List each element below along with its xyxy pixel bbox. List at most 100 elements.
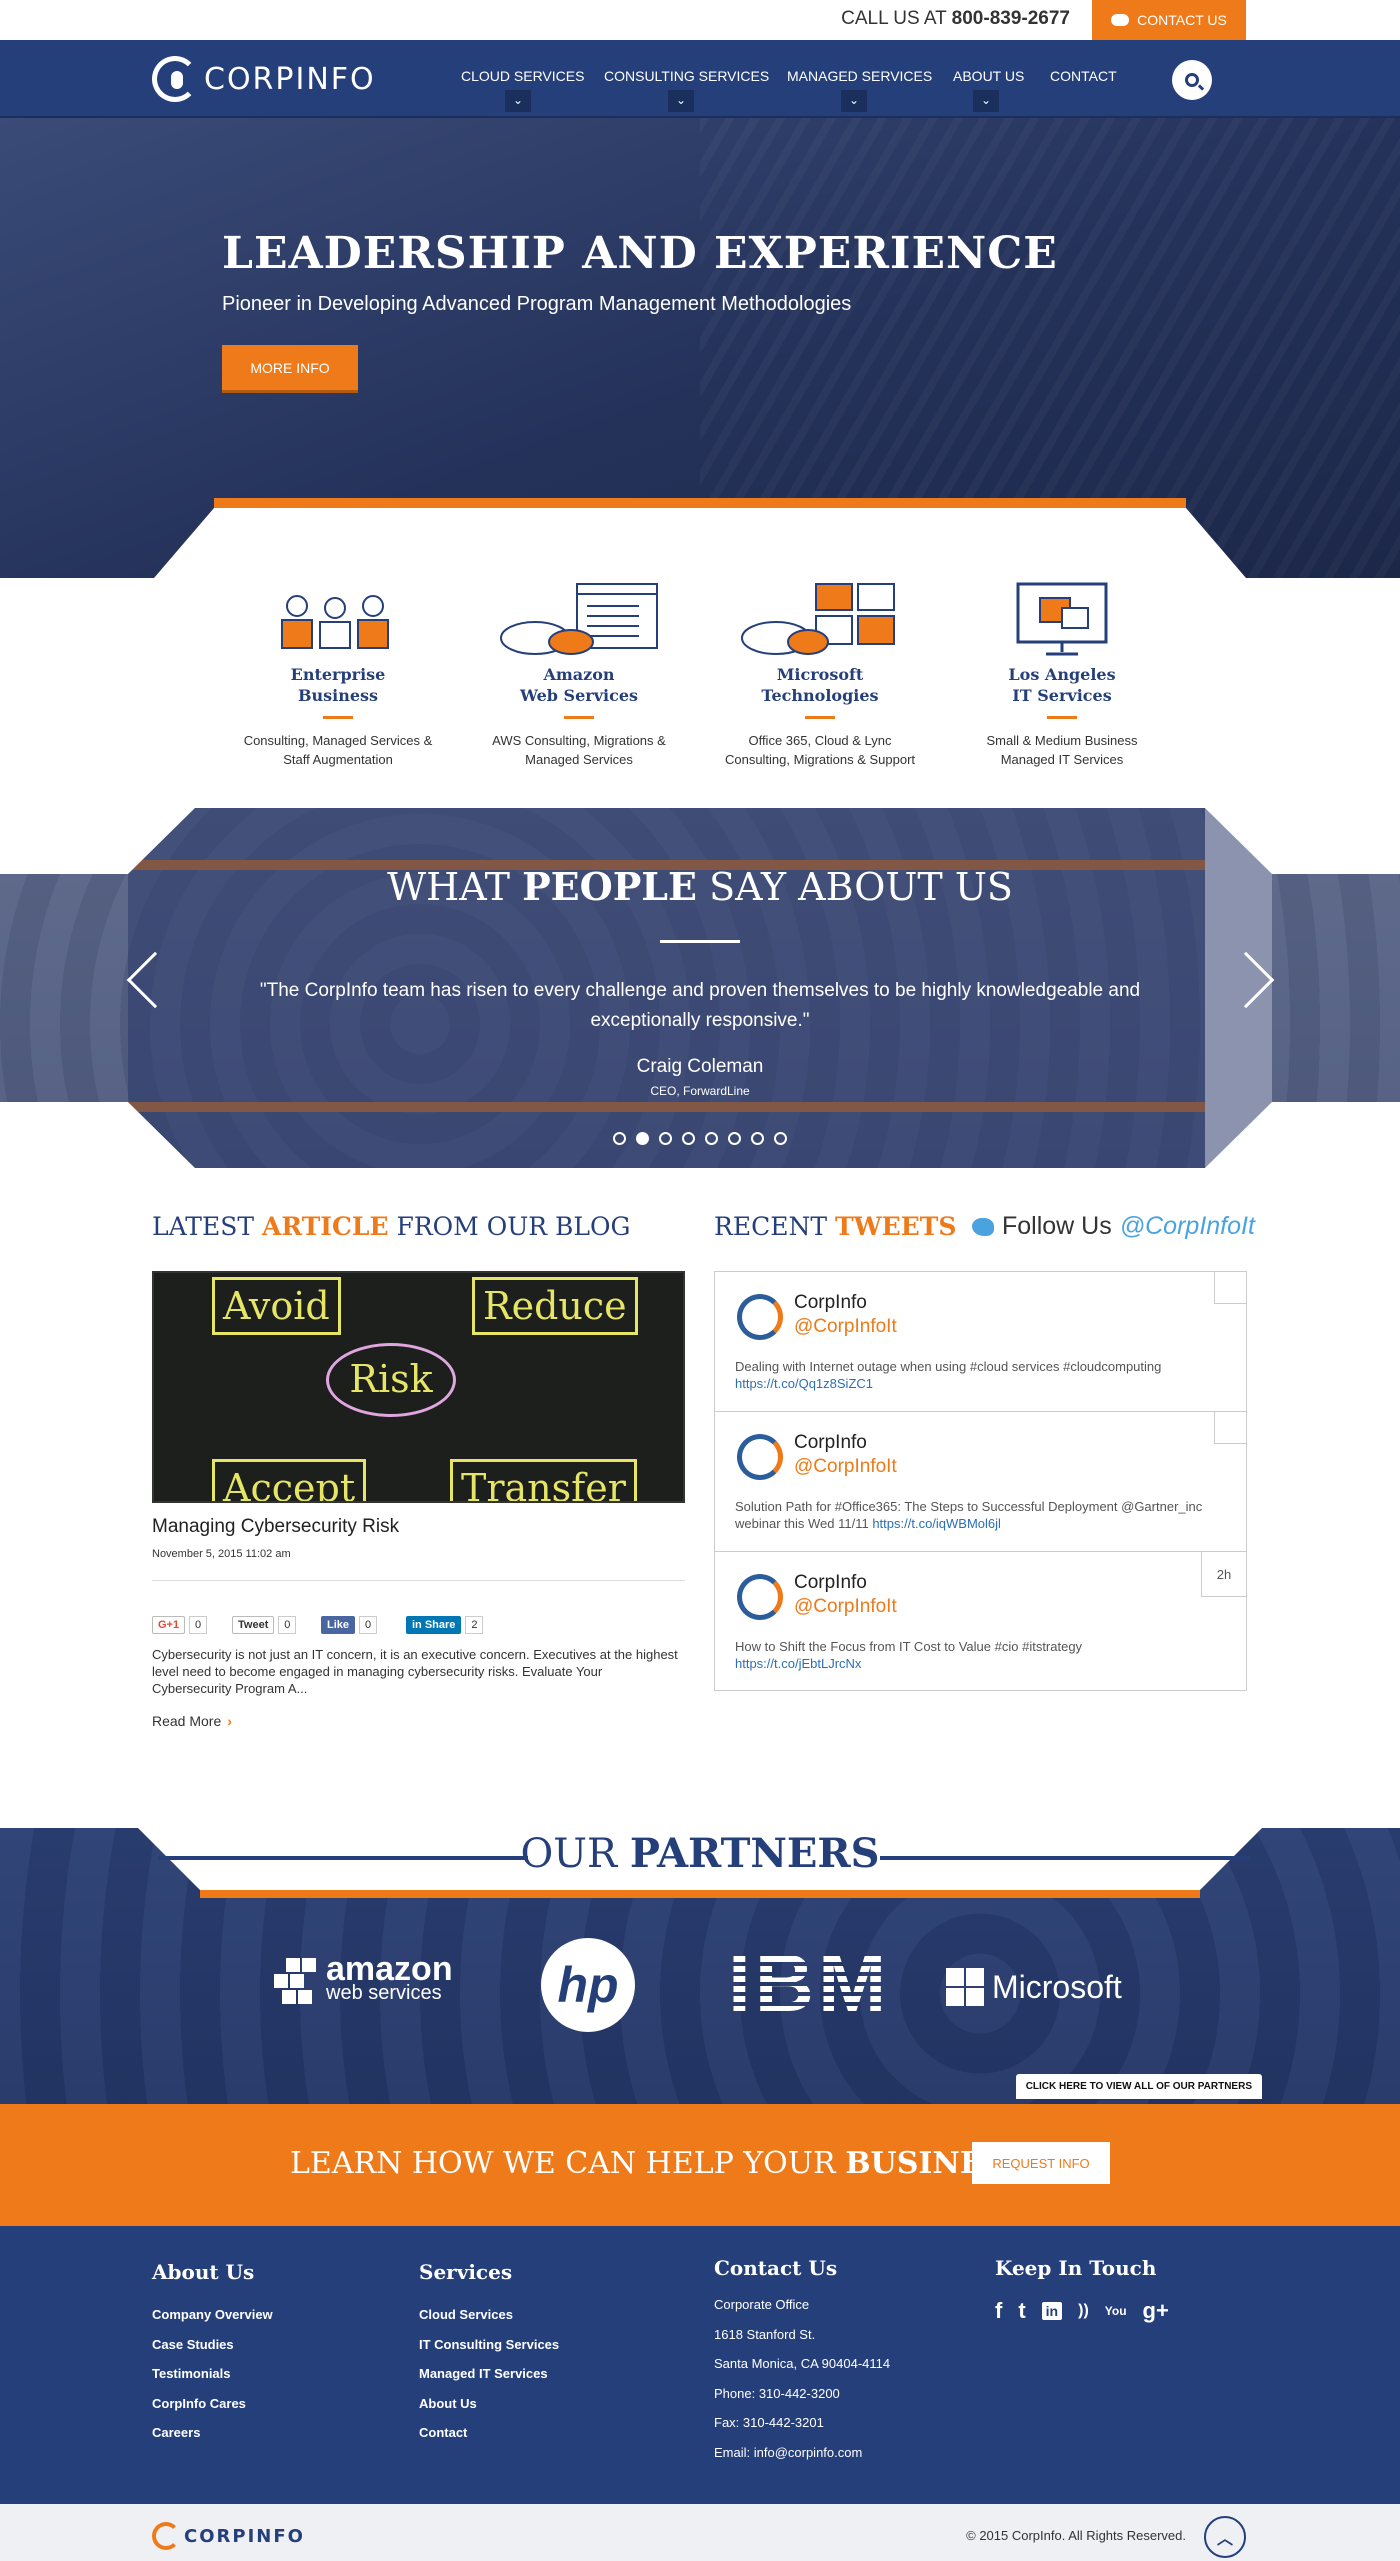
tweet-share[interactable]: Tweet 0 [232, 1616, 297, 1634]
nav-cloud-services[interactable]: CLOUD SERVICES [461, 68, 584, 84]
rss-icon[interactable]: )) [1078, 2302, 1089, 2320]
chevron-down-icon[interactable]: ⌄ [505, 90, 531, 112]
twitter-icon[interactable]: t [1018, 2298, 1025, 2324]
chalk-word: Avoid [212, 1277, 341, 1335]
divider [805, 716, 835, 719]
footer-link[interactable]: Managed IT Services [419, 2359, 559, 2389]
footer-logo[interactable]: CORPINFO [152, 2522, 305, 2550]
footer-about-column: About Us Company Overview Case Studies T… [152, 2260, 273, 2448]
view-all-partners-link[interactable]: CLICK HERE TO VIEW ALL OF OUR PARTNERS [1015, 2074, 1262, 2099]
nav-consulting-services[interactable]: CONSULTING SERVICES [604, 68, 769, 84]
facebook-like[interactable]: Like 0 [321, 1616, 378, 1634]
service-enterprise-business[interactable]: Enterprise Business Consulting, Managed S… [228, 578, 448, 769]
facebook-icon[interactable]: f [995, 2298, 1002, 2324]
testimonials-slider: WHAT PEOPLE SAY ABOUT US "The CorpInfo t… [0, 808, 1400, 1168]
chalk-word: Transfer [450, 1459, 637, 1501]
linkedin-share[interactable]: in Share 2 [406, 1616, 484, 1634]
gplus-share[interactable]: G+1 0 [152, 1616, 208, 1634]
tweet-link[interactable]: https://t.co/Qq1z8SiZC1 [735, 1376, 873, 1391]
hp-logo[interactable]: hp [541, 1938, 635, 2032]
slider-pagination [0, 1132, 1400, 1145]
service-los-angeles-it[interactable]: Los Angeles IT Services Small & Medium Bu… [952, 578, 1172, 769]
blog-post-image[interactable]: Avoid Reduce Risk Accept Transfer [152, 1271, 685, 1503]
share-count: 0 [359, 1616, 378, 1634]
partners-section: OUR PARTNERS amazon web services hp IBM … [0, 1828, 1400, 2104]
tweet-author[interactable]: CorpInfo [794, 1292, 867, 1314]
tweet-link[interactable]: https://t.co/jEbtLJrcNx [735, 1656, 861, 1671]
request-info-button[interactable]: REQUEST INFO [972, 2142, 1110, 2184]
avatar[interactable] [737, 1434, 783, 1480]
tweet-handle[interactable]: @CorpInfoIt [794, 1596, 897, 1618]
chevron-down-icon[interactable]: ⌄ [973, 90, 999, 112]
slider-dot[interactable] [751, 1132, 764, 1145]
tweet-handle[interactable]: @CorpInfoIt [794, 1456, 897, 1478]
search-button[interactable] [1172, 60, 1212, 100]
footer-link[interactable]: IT Consulting Services [419, 2330, 559, 2360]
youtube-icon[interactable]: You [1105, 2304, 1127, 2318]
footer-link[interactable]: About Us [419, 2389, 559, 2419]
slider-dot[interactable] [682, 1132, 695, 1145]
footer: About Us Company Overview Case Studies T… [0, 2226, 1400, 2504]
footer-contact-line[interactable]: Email: info@corpinfo.com [714, 2438, 890, 2468]
service-title: Los Angeles IT Services [1008, 665, 1116, 705]
tweet-handle[interactable]: @CorpInfoIt [794, 1316, 897, 1338]
slider-dot[interactable] [613, 1132, 626, 1145]
cloud-server-icon [469, 578, 689, 658]
linkedin-icon: in Share [406, 1616, 462, 1634]
footer-link[interactable]: CorpInfo Cares [152, 2389, 273, 2419]
scroll-to-top-icon[interactable]: ︿ [1204, 2516, 1246, 2558]
tweet-author[interactable]: CorpInfo [794, 1572, 867, 1594]
call-to-action-banner: LEARN HOW WE CAN HELP YOUR BUSINESS REQU… [0, 2104, 1400, 2226]
footer-contact-line: Fax: 310-442-3201 [714, 2415, 824, 2430]
share-count: 0 [278, 1616, 297, 1634]
orange-accent-bar [200, 1890, 1200, 1898]
chevron-down-icon[interactable]: ⌄ [841, 90, 867, 112]
footer-contact-line[interactable]: Phone: 310-442-3200 [714, 2379, 890, 2409]
google-plus-icon[interactable]: g+ [1143, 2298, 1169, 2324]
slider-dot[interactable] [659, 1132, 672, 1145]
read-more-link[interactable]: Read More › [152, 1713, 232, 1729]
footer-link[interactable]: Careers [152, 2418, 273, 2448]
slider-dot[interactable] [728, 1132, 741, 1145]
slider-dot[interactable] [705, 1132, 718, 1145]
more-info-button[interactable]: MORE INFO [222, 345, 358, 393]
divider [323, 716, 353, 719]
nav-managed-services[interactable]: MANAGED SERVICES [787, 68, 932, 84]
footer-link[interactable]: Contact [419, 2418, 559, 2448]
footer-link[interactable]: Company Overview [152, 2300, 273, 2330]
follow-us-link[interactable]: Follow Us @CorpInfoIt [972, 1212, 1255, 1241]
facebook-icon: Like [321, 1616, 356, 1634]
corpinfo-logo[interactable]: CORPINFO [152, 56, 376, 102]
call-us-text: CALL US AT 800-839-2677 [841, 8, 1070, 30]
contact-us-button[interactable]: CONTACT US [1092, 0, 1246, 40]
hero-subtitle: Pioneer in Developing Advanced Program M… [222, 293, 852, 315]
footer-link[interactable]: Cloud Services [419, 2300, 559, 2330]
service-microsoft-technologies[interactable]: Microsoft Technologies Office 365, Cloud … [710, 578, 930, 769]
slider-dot[interactable] [774, 1132, 787, 1145]
slider-dot[interactable] [636, 1132, 649, 1145]
linkedin-icon[interactable]: in [1041, 2302, 1063, 2320]
nav-about-us[interactable]: ABOUT US [953, 68, 1024, 84]
footer-heading: Services [419, 2260, 513, 2284]
ibm-logo[interactable]: IBM [722, 1946, 896, 2022]
tweet-text: Dealing with Internet outage when using … [735, 1359, 1162, 1391]
blog-post-title[interactable]: Managing Cybersecurity Risk [152, 1516, 399, 1538]
share-count: 2 [465, 1616, 484, 1634]
tweet-author[interactable]: CorpInfo [794, 1432, 867, 1454]
microsoft-logo[interactable]: Microsoft [946, 1968, 1122, 2006]
service-amazon-web-services[interactable]: Amazon Web Services AWS Consulting, Migra… [469, 578, 689, 769]
monitor-icon [952, 578, 1172, 658]
amazon-web-services-logo[interactable]: amazon web services [272, 1952, 453, 2006]
footer-heading: Keep In Touch [995, 2256, 1157, 2280]
avatar[interactable] [737, 1294, 783, 1340]
footer-heading: Contact Us [714, 2256, 838, 2280]
phone-number[interactable]: 800-839-2677 [952, 8, 1070, 29]
footer-link[interactable]: Testimonials [152, 2359, 273, 2389]
avatar[interactable] [737, 1574, 783, 1620]
chevron-down-icon[interactable]: ⌄ [668, 90, 694, 112]
team-icon [228, 578, 448, 658]
nav-contact[interactable]: CONTACT [1050, 68, 1117, 84]
tweet-link[interactable]: https://t.co/iqWBMol6jl [872, 1516, 1001, 1531]
chalk-word: Risk [326, 1343, 456, 1417]
footer-link[interactable]: Case Studies [152, 2330, 273, 2360]
